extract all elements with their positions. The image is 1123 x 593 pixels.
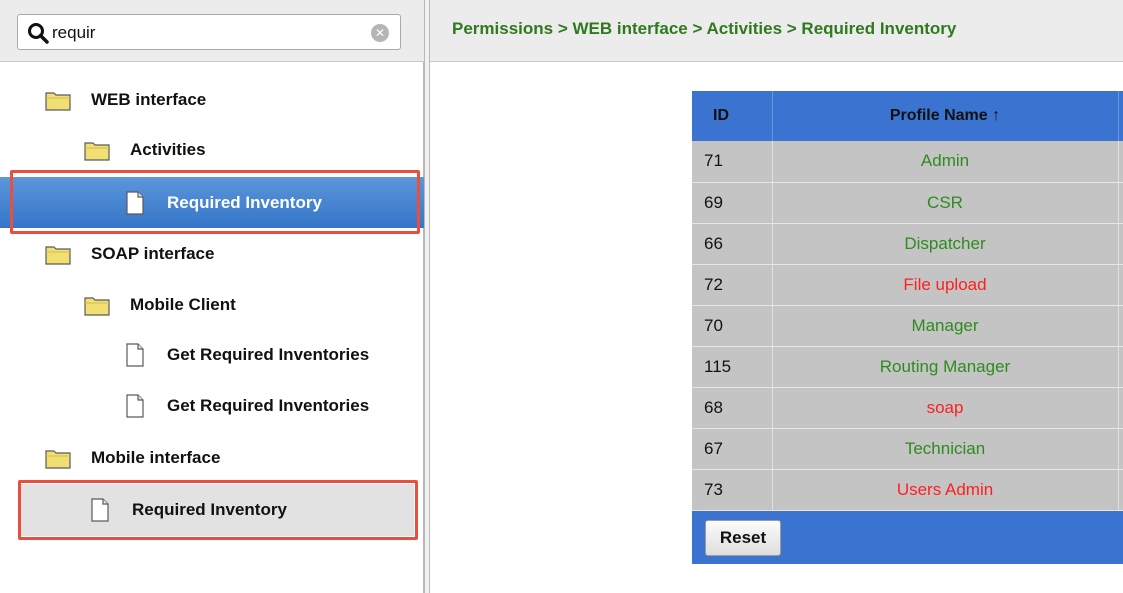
extra-cell [1118, 387, 1123, 429]
search-box[interactable]: ✕ [17, 14, 401, 50]
folder-icon [45, 450, 71, 469]
extra-cell [1118, 141, 1123, 183]
profile-name-link[interactable]: Technician [772, 428, 1119, 470]
clear-search-icon[interactable]: ✕ [371, 24, 389, 42]
extra-cell [1118, 428, 1123, 470]
tree-item-label: Get Required Inventories [167, 345, 370, 364]
profile-name-link[interactable]: File upload [772, 264, 1119, 306]
folder-icon [84, 142, 110, 161]
table-row[interactable]: 66 Dispatcher [692, 223, 1123, 265]
tree-item-mobile-interface[interactable]: Mobile interface [0, 438, 424, 478]
extra-cell [1118, 182, 1123, 224]
table-row[interactable]: 70 Manager [692, 305, 1123, 347]
column-header-extra [1118, 91, 1123, 141]
tree-item-label: Get Required Inventories [167, 396, 370, 415]
tree-item-required-inventory-mobile[interactable]: Required Inventory [21, 484, 414, 536]
tree-item-get-required-inventories[interactable]: Get Required Inventories [0, 386, 424, 426]
profile-name-link[interactable]: Manager [772, 305, 1119, 347]
document-icon [126, 343, 144, 367]
tree-item-label: Required Inventory [167, 192, 322, 212]
document-icon [126, 394, 144, 418]
folder-icon [84, 297, 110, 316]
tree-item-soap-interface[interactable]: SOAP interface [0, 234, 424, 274]
breadcrumb: Permissions > WEB interface > Activities… [452, 19, 957, 38]
table-footer: Reset [692, 510, 1123, 564]
tree-item-label: Mobile Client [130, 295, 236, 314]
profile-id-cell: 68 [692, 387, 773, 429]
extra-cell [1118, 264, 1123, 306]
table-header-row: ID Profile Name ↑ [692, 91, 1123, 141]
profiles-table-container: ID Profile Name ↑ 71 Admin 69 CSR 66 Dispatch… [692, 91, 1123, 564]
tree-item-web-interface[interactable]: WEB interface [0, 80, 424, 120]
extra-cell [1118, 305, 1123, 347]
tree-item-mobile-client[interactable]: Mobile Client [0, 285, 424, 325]
tree-item-get-required-inventories[interactable]: Get Required Inventories [0, 335, 424, 375]
table-row[interactable]: 67 Technician [692, 428, 1123, 470]
tree-item-activities[interactable]: Activities [0, 130, 424, 170]
document-icon [126, 190, 144, 215]
tree-item-label: Activities [130, 140, 206, 159]
search-input[interactable] [52, 21, 352, 45]
profile-name-link[interactable]: Routing Manager [772, 346, 1119, 388]
table-row[interactable]: 69 CSR [692, 182, 1123, 224]
folder-icon [45, 92, 71, 111]
profile-id-cell: 72 [692, 264, 773, 306]
table-row[interactable]: 115 Routing Manager [692, 346, 1123, 388]
profile-name-link[interactable]: Admin [772, 141, 1119, 183]
search-area: ✕ [0, 0, 424, 62]
column-header-profile-name[interactable]: Profile Name ↑ [772, 91, 1119, 141]
extra-cell [1118, 223, 1123, 265]
table-row[interactable]: 73 Users Admin [692, 469, 1123, 511]
reset-button[interactable]: Reset [705, 519, 781, 556]
search-icon [28, 23, 49, 44]
tree-item-label: SOAP interface [91, 244, 215, 263]
profile-id-cell: 66 [692, 223, 773, 265]
table-row[interactable]: 68 soap [692, 387, 1123, 429]
profile-name-link[interactable]: Users Admin [772, 469, 1119, 511]
profile-name-link[interactable]: Dispatcher [772, 223, 1119, 265]
extra-cell [1118, 469, 1123, 511]
profile-name-link[interactable]: soap [772, 387, 1119, 429]
profile-id-cell: 71 [692, 141, 773, 183]
table-row[interactable]: 71 Admin [692, 141, 1123, 183]
table-row[interactable]: 72 File upload [692, 264, 1123, 306]
column-header-id[interactable]: ID [692, 91, 773, 141]
breadcrumb-bar: Permissions > WEB interface > Activities… [430, 0, 1123, 62]
profile-id-cell: 70 [692, 305, 773, 347]
tree-item-required-inventory-selected[interactable]: Required Inventory [0, 177, 424, 228]
profile-id-cell: 67 [692, 428, 773, 470]
panel-splitter[interactable] [424, 0, 430, 593]
profile-name-link[interactable]: CSR [772, 182, 1119, 224]
tree-item-label: Mobile interface [91, 448, 221, 467]
profile-id-cell: 73 [692, 469, 773, 511]
extra-cell [1118, 346, 1123, 388]
profile-id-cell: 115 [692, 346, 773, 388]
profiles-table: ID Profile Name ↑ 71 Admin 69 CSR 66 Dispatch… [692, 91, 1123, 511]
folder-icon [45, 246, 71, 265]
profile-id-cell: 69 [692, 182, 773, 224]
document-icon [91, 498, 109, 522]
tree-item-label: Required Inventory [132, 500, 287, 519]
tree-item-label: WEB interface [91, 90, 207, 109]
navigation-panel: ✕ WEB interface Activities Required Inve… [0, 0, 424, 593]
